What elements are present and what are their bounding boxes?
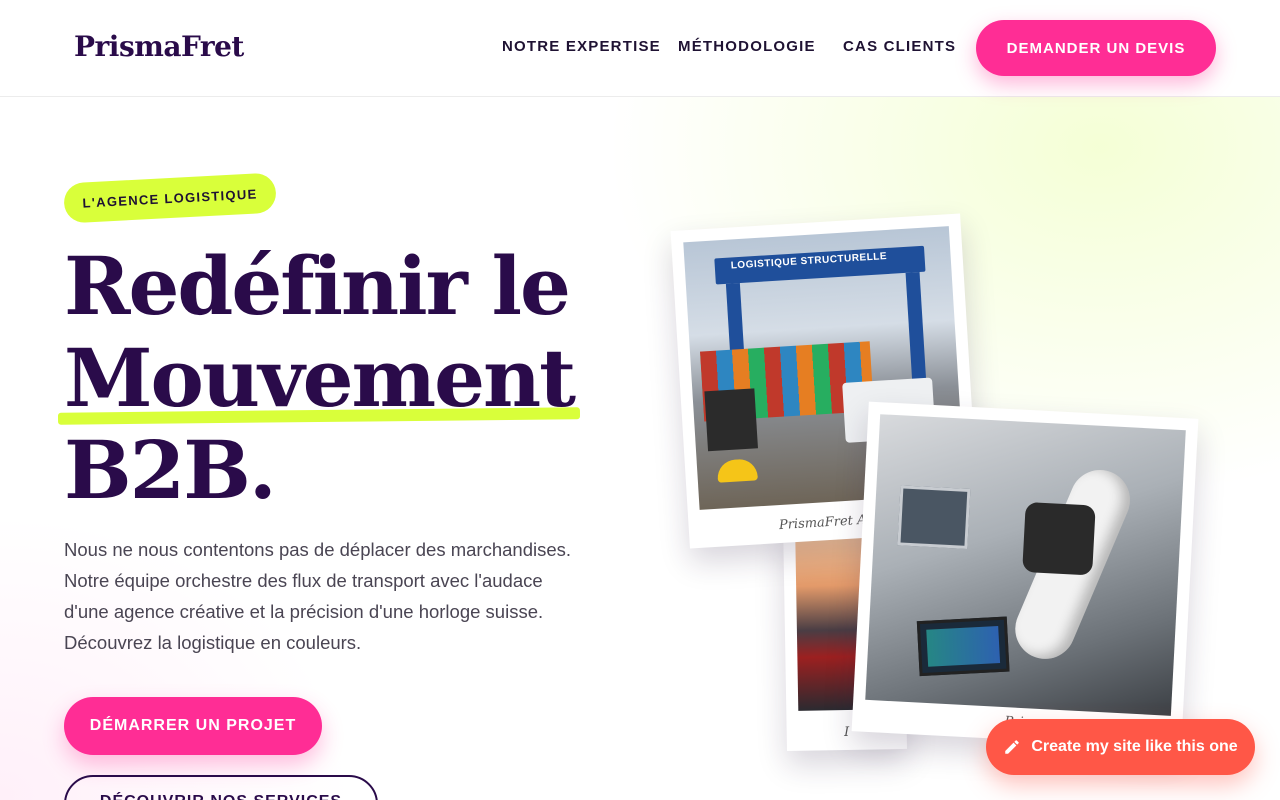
start-project-button[interactable]: DÉMARRER UN PROJET (64, 697, 322, 755)
hero-title-line-3: B2B. (64, 423, 277, 517)
request-quote-button[interactable]: DEMANDER UN DEVIS (976, 20, 1216, 76)
hero-title-highlight: Mouvement (64, 331, 576, 425)
robot-gripper (1022, 501, 1096, 576)
hero-title-line-1: Redéfinir le (64, 239, 571, 333)
nav-item-methodologie[interactable]: MÉTHODOLOGIE (678, 38, 816, 55)
robotics-factory-photo (865, 414, 1186, 716)
create-site-button[interactable]: Create my site like this one (986, 719, 1255, 775)
photo-card-robotics: Pris (851, 401, 1199, 749)
nav-item-cas-clients[interactable]: CAS CLIENTS (843, 38, 956, 55)
create-site-label: Create my site like this one (1031, 738, 1238, 755)
pencil-icon (1005, 740, 1020, 754)
forklift (704, 388, 758, 452)
site-header: PrismaFret NOTRE EXPERTISE MÉTHODOLOGIE … (0, 0, 1280, 97)
control-panel (897, 485, 971, 549)
hero-description: Nous ne nous contentons pas de déplacer … (64, 539, 572, 653)
tablet (916, 616, 1010, 677)
nav-item-expertise[interactable]: NOTRE EXPERTISE (502, 38, 661, 55)
discover-services-button[interactable]: DÉCOUVRIR NOS SERVICES (64, 775, 378, 800)
hero-title: Redéfinir le Mouvement B2B. (64, 239, 576, 517)
helmet (716, 458, 758, 483)
